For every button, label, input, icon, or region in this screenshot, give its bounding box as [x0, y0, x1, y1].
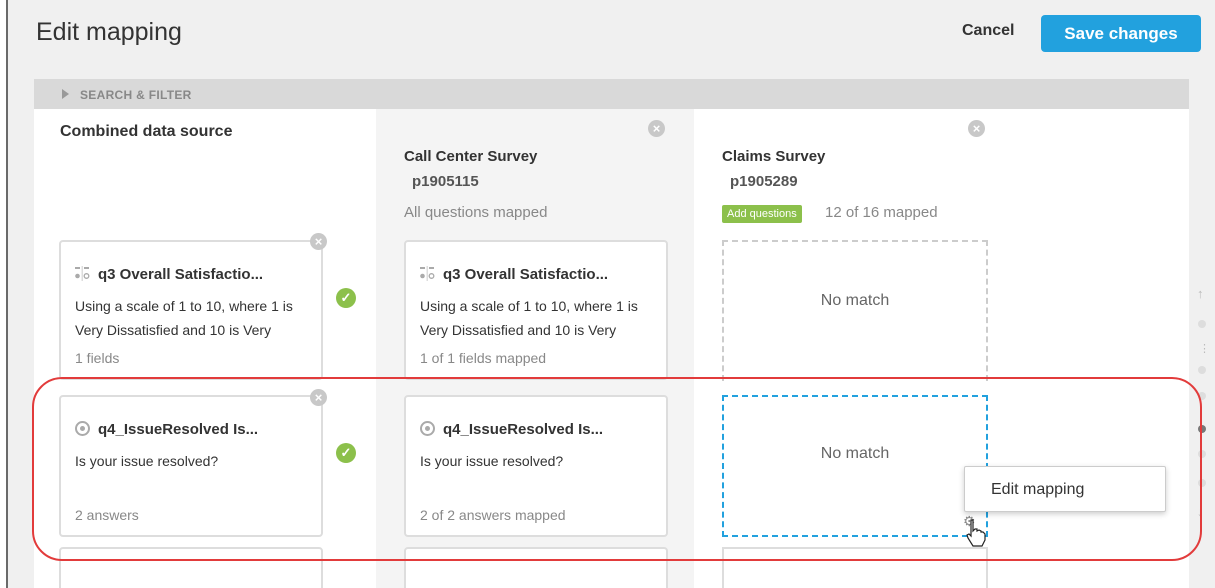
page-title: Edit mapping — [36, 18, 182, 46]
card-title: q4_IssueResolved Is... — [420, 419, 603, 438]
call-center-card-next[interactable] — [404, 547, 668, 588]
hand-cursor-icon — [966, 519, 986, 547]
header: Edit mapping Cancel Save changes — [12, 0, 1215, 78]
claims-column: × Claims Survey p1905289 Add questions 1… — [694, 109, 1008, 588]
nav-dot[interactable] — [1198, 479, 1206, 487]
matrix-question-icon — [420, 266, 435, 281]
card-title: q3 Overall Satisfactio... — [420, 264, 608, 283]
expand-triangle-icon — [62, 89, 69, 99]
call-center-status: All questions mapped — [404, 204, 548, 221]
nav-down-icon[interactable]: ↓ — [1197, 504, 1204, 519]
combined-card-q3[interactable]: q3 Overall Satisfactio... Using a scale … — [59, 240, 323, 380]
combined-column: Combined data source q3 Overall Satisfac… — [34, 109, 376, 588]
nav-up-icon[interactable]: ↑ — [1197, 286, 1204, 301]
remove-source-icon[interactable]: × — [968, 120, 985, 137]
card-question-text: Is your issue resolved? — [420, 453, 564, 469]
remove-source-icon[interactable]: × — [648, 120, 665, 137]
check-icon: ✓ — [336, 288, 356, 308]
empty-column — [1008, 109, 1189, 588]
claims-status: 12 of 16 mapped — [825, 204, 938, 221]
remove-icon[interactable]: × — [310, 233, 327, 250]
claims-id: p1905289 — [730, 173, 798, 190]
radio-question-icon — [420, 421, 435, 436]
card-question-text: Using a scale of 1 to 10, where 1 is Ver… — [420, 298, 638, 338]
claims-title: Claims Survey — [722, 148, 826, 165]
card-footer: 2 of 2 answers mapped — [420, 507, 566, 523]
add-questions-button[interactable]: Add questions — [722, 205, 802, 223]
call-center-card-q3[interactable]: q3 Overall Satisfactio... Using a scale … — [404, 240, 668, 380]
search-filter-bar[interactable]: SEARCH & FILTER — [34, 79, 1189, 109]
claims-slot-next[interactable] — [722, 547, 988, 588]
nav-dot[interactable] — [1198, 320, 1206, 328]
card-footer: 1 fields — [75, 350, 120, 366]
card-title-text: q4_IssueResolved Is... — [443, 421, 604, 438]
combined-card-next[interactable] — [59, 547, 323, 588]
call-center-column: × Call Center Survey p1905115 All questi… — [376, 109, 694, 588]
card-title-text: q3 Overall Satisfactio... — [98, 266, 264, 283]
no-match-slot-q4[interactable]: No match — [722, 395, 988, 537]
call-center-title: Call Center Survey — [404, 148, 538, 165]
save-changes-button[interactable]: Save changes — [1041, 15, 1201, 52]
card-title: q3 Overall Satisfactio... — [75, 264, 263, 283]
card-footer: 1 of 1 fields mapped — [420, 350, 547, 366]
nav-ellipsis-icon: ⋮ — [1199, 343, 1210, 355]
cancel-button[interactable]: Cancel — [962, 22, 1014, 40]
card-question-text: Using a scale of 1 to 10, where 1 is Ver… — [75, 298, 293, 338]
combined-column-title: Combined data source — [60, 123, 233, 140]
card-title-text: q3 Overall Satisfactio... — [443, 266, 609, 283]
no-match-slot-q3[interactable]: No match — [722, 240, 988, 381]
context-menu: Edit mapping — [964, 466, 1166, 512]
card-title-text: q4_IssueResolved Is... — [98, 421, 259, 438]
nav-dot[interactable] — [1198, 450, 1206, 458]
nav-dot[interactable] — [1198, 366, 1206, 374]
card-question-text: Is your issue resolved? — [75, 453, 219, 469]
nav-dot-active[interactable] — [1198, 425, 1206, 433]
matrix-question-icon — [75, 266, 90, 281]
combined-card-q4[interactable]: q4_IssueResolved Is... Is your issue res… — [59, 395, 323, 537]
card-footer: 2 answers — [75, 507, 139, 523]
call-center-card-q4[interactable]: q4_IssueResolved Is... Is your issue res… — [404, 395, 668, 537]
remove-icon[interactable]: × — [310, 389, 327, 406]
nav-dot[interactable] — [1198, 392, 1206, 400]
context-menu-edit-mapping[interactable]: Edit mapping — [991, 481, 1084, 499]
check-icon: ✓ — [336, 443, 356, 463]
card-title: q4_IssueResolved Is... — [75, 419, 258, 438]
window-frame — [0, 0, 8, 588]
call-center-id: p1905115 — [412, 173, 479, 190]
search-filter-label: SEARCH & FILTER — [80, 88, 192, 102]
row-navigator: ↑ ⋮ ↓ — [1194, 286, 1210, 526]
radio-question-icon — [75, 421, 90, 436]
